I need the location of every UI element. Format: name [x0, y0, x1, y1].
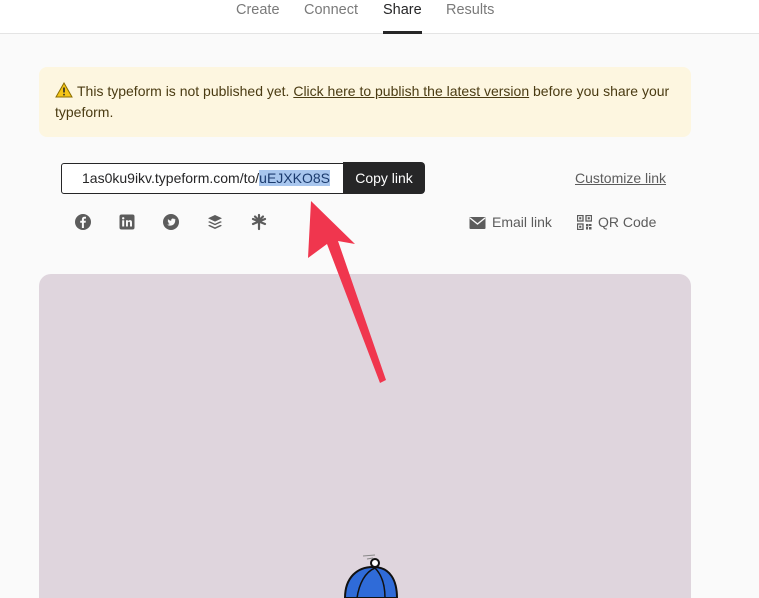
tab-share[interactable]: Share — [383, 2, 422, 18]
customize-link[interactable]: Customize link — [575, 170, 666, 186]
qr-code-icon — [576, 214, 593, 231]
email-link-button[interactable]: Email link — [469, 213, 552, 231]
share-url-prefix: 1as0ku9ikv.typeform.com/to/ — [82, 170, 260, 186]
envelope-icon — [469, 217, 486, 229]
umbrella-illustration — [343, 554, 399, 598]
banner-text: This typeform is not published yet. — [77, 83, 290, 99]
linkedin-icon[interactable] — [118, 213, 136, 231]
form-preview — [39, 274, 691, 598]
facebook-icon[interactable] — [74, 213, 92, 231]
qr-code-label: QR Code — [598, 214, 657, 230]
active-tab-indicator — [383, 31, 422, 34]
copy-link-button[interactable]: Copy link — [343, 162, 425, 194]
linktree-icon[interactable] — [250, 213, 268, 231]
buffer-icon[interactable] — [206, 213, 224, 231]
tab-results[interactable]: Results — [446, 2, 494, 18]
tab-create[interactable]: Create — [236, 2, 280, 18]
share-url-selected: uEJXKO8S — [259, 170, 330, 186]
tab-connect[interactable]: Connect — [304, 2, 358, 18]
share-link-field[interactable]: 1as0ku9ikv.typeform.com/to/uEJXKO8S — [61, 163, 344, 194]
unpublished-warning-banner: This typeform is not published yet. Clic… — [39, 67, 691, 137]
twitter-icon[interactable] — [162, 213, 180, 231]
email-link-label: Email link — [492, 214, 552, 230]
qr-code-button[interactable]: QR Code — [576, 213, 657, 231]
warning-icon — [55, 82, 73, 98]
top-nav: Create Connect Share Results — [0, 0, 759, 34]
publish-link[interactable]: Click here to publish the latest version — [293, 83, 529, 99]
